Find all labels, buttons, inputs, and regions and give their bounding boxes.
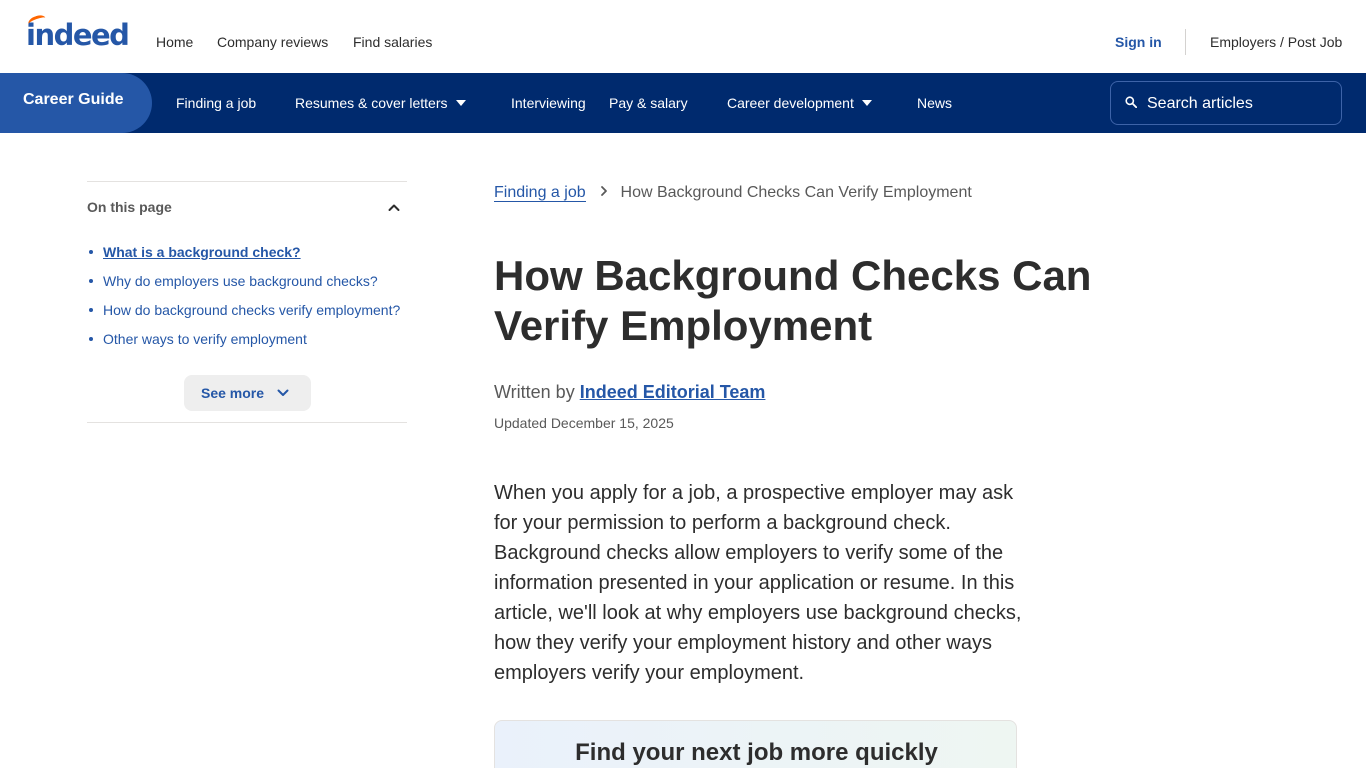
search-icon	[1125, 96, 1137, 108]
career-guide-home[interactable]: Career Guide	[0, 73, 152, 133]
on-this-page-title: On this page	[87, 199, 172, 215]
caret-down-icon	[861, 100, 872, 106]
toc-list: What is a background check? Why do emplo…	[88, 244, 400, 360]
toc-item: How do background checks verify employme…	[88, 302, 400, 331]
article-intro: When you apply for a job, a prospective …	[494, 482, 1022, 684]
toc-link-why-employers-use[interactable]: Why do employers use background checks?	[103, 273, 378, 289]
article-title: How Background Checks Can Verify Employm…	[494, 252, 1092, 349]
nav-resumes-label: Resumes & cover letters	[295, 95, 448, 111]
breadcrumb-finding-a-job[interactable]: Finding a job	[494, 184, 586, 202]
breadcrumb: Finding a job How Background Checks Can …	[494, 184, 972, 202]
caret-down-icon	[455, 100, 466, 106]
employers-post-job-link[interactable]: Employers / Post Job	[1210, 34, 1342, 50]
chevron-up-icon[interactable]	[388, 202, 400, 214]
nav-career-development[interactable]: Career development	[727, 95, 872, 111]
author-link[interactable]: Indeed Editorial Team	[580, 382, 766, 402]
sign-in-link[interactable]: Sign in	[1115, 34, 1162, 50]
search-placeholder: Search articles	[1147, 95, 1253, 112]
nav-find-salaries[interactable]: Find salaries	[353, 34, 432, 50]
career-guide-label: Career Guide	[23, 91, 124, 108]
on-this-page-panel: On this page What is a background check?…	[87, 181, 407, 423]
indeed-logo[interactable]: indeed	[26, 13, 130, 52]
nav-interviewing-label: Interviewing	[511, 95, 586, 111]
career-guide-nav: Career Guide Finding a job Resumes & cov…	[0, 73, 1366, 133]
breadcrumb-current: How Background Checks Can Verify Employm…	[620, 184, 972, 201]
nav-resumes-cover-letters[interactable]: Resumes & cover letters	[295, 95, 466, 111]
nav-home[interactable]: Home	[156, 34, 193, 50]
toc-item: Why do employers use background checks?	[88, 273, 400, 302]
see-more-button[interactable]: See more	[184, 375, 311, 411]
updated-date: Updated December 15, 2025	[494, 415, 674, 431]
toc-link-other-ways[interactable]: Other ways to verify employment	[103, 331, 307, 347]
chevron-down-icon	[277, 389, 289, 396]
header-divider	[1185, 29, 1186, 55]
nav-finding-a-job[interactable]: Finding a job	[176, 95, 256, 111]
nav-pay-salary[interactable]: Pay & salary	[609, 95, 688, 111]
toc-link-how-verify-employment[interactable]: How do background checks verify employme…	[103, 302, 400, 318]
promo-heading: Find your next job more quickly	[575, 739, 938, 766]
byline: Written by Indeed Editorial Team	[494, 382, 765, 402]
top-header: indeed Home Company reviews Find salarie…	[0, 0, 1366, 73]
nav-company-reviews[interactable]: Company reviews	[217, 34, 328, 50]
written-by-label: Written by	[494, 382, 575, 402]
nav-news-label: News	[917, 95, 953, 111]
job-search-promo-card: Find your next job more quickly	[494, 720, 1017, 768]
nav-finding-a-job-label: Finding a job	[176, 95, 257, 111]
toc-item: Other ways to verify employment	[88, 331, 400, 360]
toc-link-what-is-background-check[interactable]: What is a background check?	[103, 244, 301, 260]
search-articles-input[interactable]: Search articles	[1110, 81, 1342, 125]
nav-career-development-label: Career development	[727, 95, 854, 111]
chevron-right-icon	[600, 184, 608, 202]
nav-news[interactable]: News	[917, 95, 952, 111]
nav-pay-salary-label: Pay & salary	[609, 95, 688, 111]
nav-interviewing[interactable]: Interviewing	[511, 95, 586, 111]
see-more-label: See more	[201, 385, 265, 401]
toc-item: What is a background check?	[88, 244, 400, 273]
